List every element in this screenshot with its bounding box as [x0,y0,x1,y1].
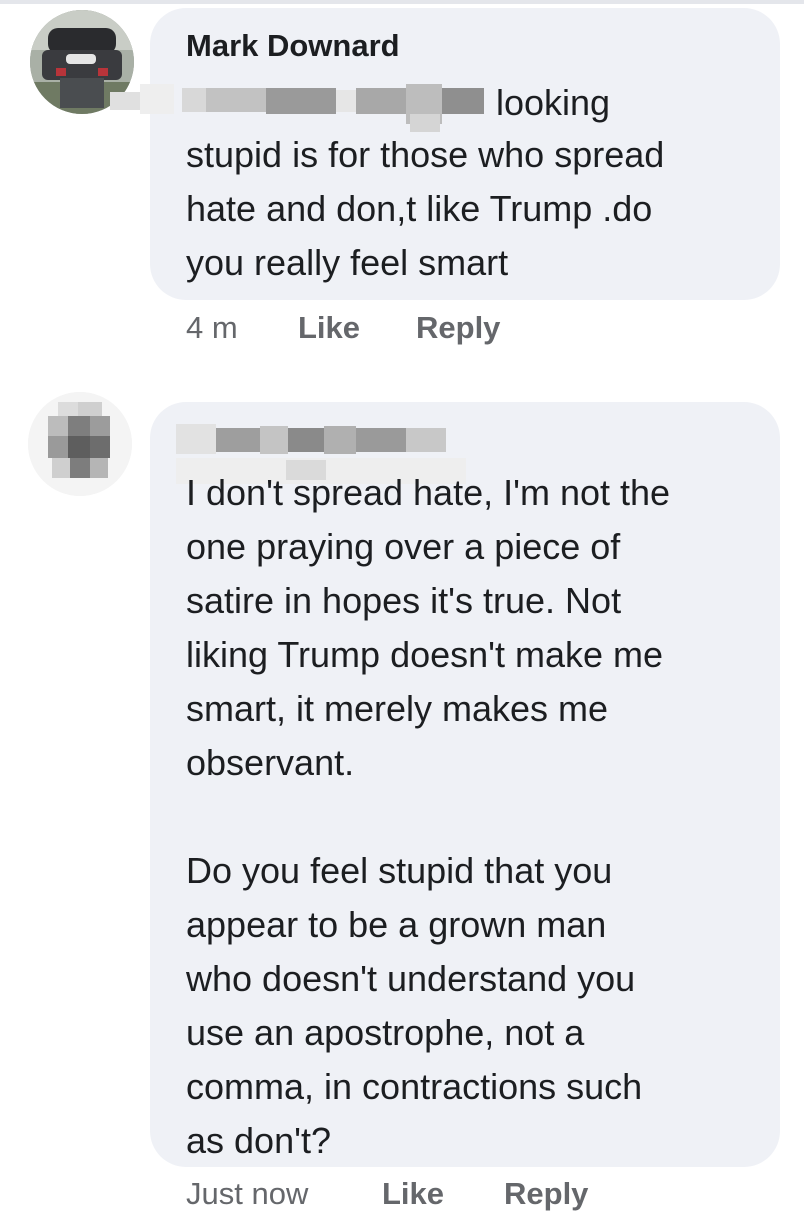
comment-text-partial: I don't spread hate, I'm not the [186,472,671,513]
comment-author[interactable]: Mark Downard [186,28,400,64]
avatar[interactable] [28,392,132,496]
comment-text: stupid is for those who spread hate and … [186,134,665,283]
like-button[interactable]: Like [298,310,360,346]
avatar-blurred-icon [28,392,132,496]
reply-button[interactable]: Reply [416,310,500,346]
comment-text: one praying over a piece of satire in ho… [186,526,664,1161]
comment-text-fragment: looking [496,82,611,123]
comment-timestamp[interactable]: 4 m [186,310,238,346]
like-button[interactable]: Like [382,1176,444,1212]
comment-timestamp[interactable]: Just now [186,1176,308,1212]
top-divider [0,0,804,4]
reply-button[interactable]: Reply [504,1176,588,1212]
